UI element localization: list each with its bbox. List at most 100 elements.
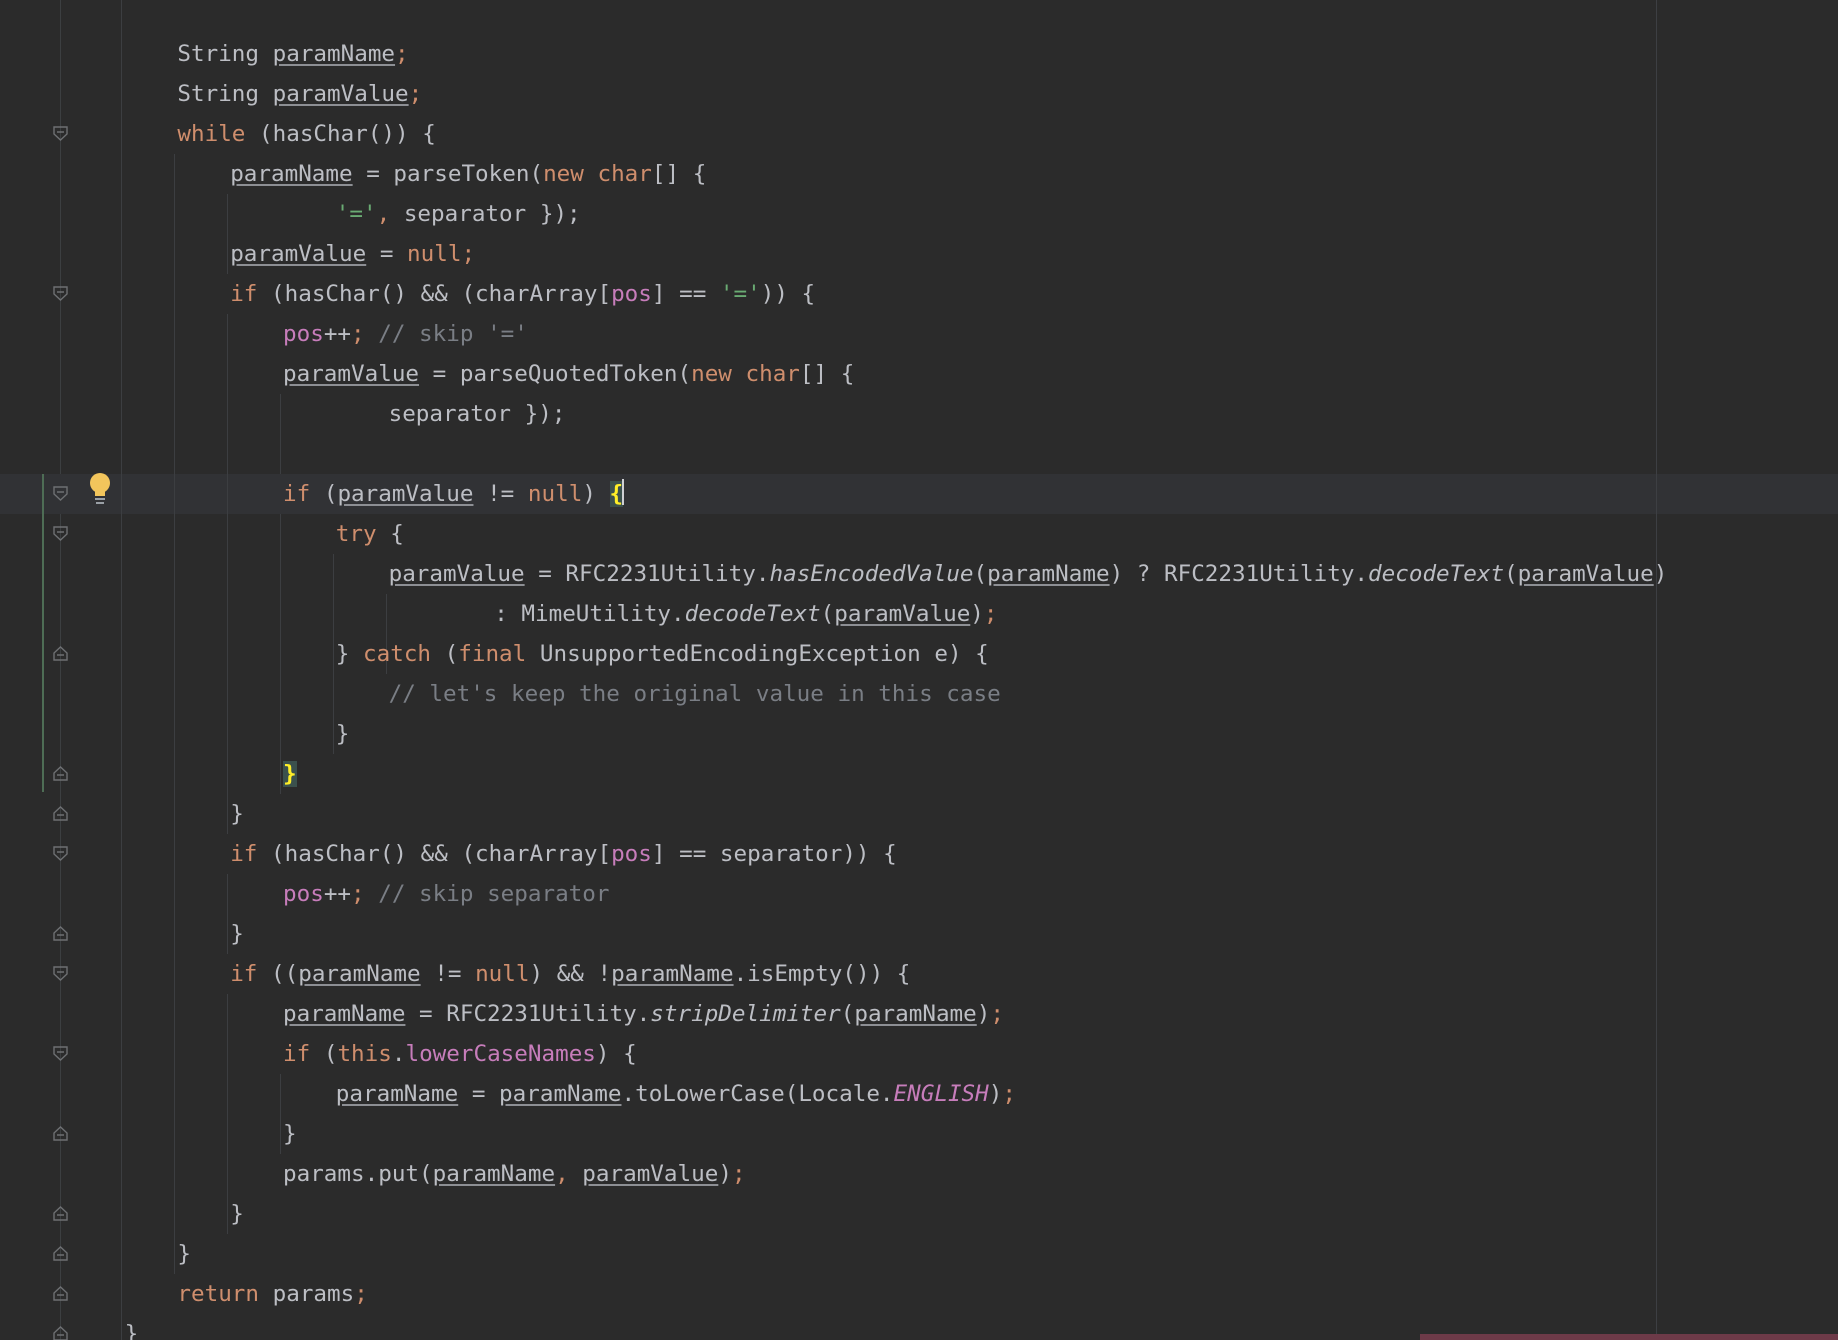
matched-brace: { xyxy=(609,481,624,507)
code-token: ++ xyxy=(323,321,352,347)
code-line-text: : MimeUtility.decodeText(paramValue); xyxy=(494,594,997,634)
code-token: separator }); xyxy=(390,201,581,227)
code-line-text: if (paramValue != null) { xyxy=(283,474,625,514)
code-token: (hasChar()) { xyxy=(245,121,436,147)
code-token: null xyxy=(475,961,530,987)
code-line[interactable]: if (this.lowerCaseNames) { xyxy=(0,1034,1838,1074)
code-token: } xyxy=(230,921,244,947)
code-token: paramValue xyxy=(272,81,409,107)
code-token: ; xyxy=(351,881,365,907)
code-token: = RFC2231Utility. xyxy=(524,561,770,587)
code-token: = parseToken( xyxy=(352,161,544,187)
code-token: ( xyxy=(431,641,459,667)
code-line[interactable]: } xyxy=(0,714,1838,754)
code-token: ++ xyxy=(323,881,352,907)
code-token: ; xyxy=(354,1281,368,1307)
code-line[interactable]: if ((paramName != null) && !paramName.is… xyxy=(0,954,1838,994)
code-token: '=' xyxy=(335,201,377,227)
code-line[interactable]: params.put(paramName, paramValue); xyxy=(0,1154,1838,1194)
code-line-text: params.put(paramName, paramValue); xyxy=(283,1154,746,1194)
code-token: paramName xyxy=(230,161,353,187)
code-line[interactable]: } xyxy=(0,754,1838,794)
code-line-text: } xyxy=(283,754,297,794)
code-line-text: // let's keep the original value in this… xyxy=(389,674,1001,714)
code-line[interactable]: } xyxy=(0,914,1838,954)
code-line[interactable]: // let's keep the original value in this… xyxy=(0,674,1838,714)
code-line[interactable]: paramName = paramName.toLowerCase(Locale… xyxy=(0,1074,1838,1114)
code-line[interactable]: paramValue = RFC2231Utility.hasEncodedVa… xyxy=(0,554,1838,594)
code-line[interactable]: paramValue = null; xyxy=(0,234,1838,274)
code-line[interactable]: String paramName; xyxy=(0,34,1838,74)
code-token: )) { xyxy=(760,281,816,307)
code-line[interactable]: paramName = RFC2231Utility.stripDelimite… xyxy=(0,994,1838,1034)
code-token: ) { xyxy=(595,1041,637,1067)
code-token: pos xyxy=(283,321,324,347)
code-token: , xyxy=(555,1161,583,1187)
code-token: .toLowerCase(Locale. xyxy=(621,1081,894,1107)
code-line-text: paramValue = null; xyxy=(230,234,475,274)
code-area[interactable]: String paramName; String paramValue; while… xyxy=(0,34,1838,1340)
code-token: } xyxy=(230,1201,244,1227)
code-token: ( xyxy=(973,561,988,587)
code-token: pos xyxy=(611,281,652,307)
code-line[interactable]: paramValue = parseQuotedToken(new char[]… xyxy=(0,354,1838,394)
code-token: paramValue xyxy=(1517,561,1654,587)
code-token: params xyxy=(259,1281,355,1307)
code-token: ; xyxy=(990,1001,1004,1027)
code-token: [] { xyxy=(651,161,707,187)
code-token: String xyxy=(177,81,273,107)
code-line[interactable]: } xyxy=(0,1234,1838,1274)
code-line[interactable]: : MimeUtility.decodeText(paramValue); xyxy=(0,594,1838,634)
code-token: paramValue xyxy=(283,361,420,387)
error-stripe-marker[interactable] xyxy=(1420,1334,1838,1340)
code-token: try xyxy=(335,521,377,547)
code-line[interactable]: if (hasChar() && (charArray[pos] == sepa… xyxy=(0,834,1838,874)
code-line[interactable]: separator }); xyxy=(0,394,1838,434)
code-line-text: } xyxy=(230,1194,244,1234)
code-token: new char xyxy=(543,161,652,187)
code-editor[interactable]: String paramName; String paramValue; while… xyxy=(0,0,1838,1340)
code-token: != xyxy=(420,961,476,987)
code-line[interactable]: } xyxy=(0,1114,1838,1154)
code-line[interactable]: String paramValue; xyxy=(0,74,1838,114)
code-line[interactable]: '=', separator }); xyxy=(0,194,1838,234)
code-line[interactable]: pos++; // skip '=' xyxy=(0,314,1838,354)
code-line-text: pos++; // skip '=' xyxy=(283,314,528,354)
code-line-text: } xyxy=(230,794,244,834)
code-line-text: paramName = RFC2231Utility.stripDelimite… xyxy=(283,994,1004,1034)
code-token: ; xyxy=(395,41,409,67)
code-token: } xyxy=(177,1241,191,1267)
code-line[interactable]: return params; xyxy=(0,1274,1838,1314)
code-line-text: } xyxy=(283,1114,297,1154)
code-token: paramName xyxy=(432,1161,556,1187)
code-token: UnsupportedEncodingException e) { xyxy=(526,641,989,667)
code-line[interactable]: } catch (final UnsupportedEncodingExcept… xyxy=(0,634,1838,674)
code-token: (( xyxy=(257,961,299,987)
code-line[interactable]: if (paramValue != null) { xyxy=(0,474,1838,514)
code-token: paramValue xyxy=(388,561,525,587)
code-token: . xyxy=(391,1041,406,1067)
code-token: } xyxy=(230,801,244,827)
code-line[interactable]: try { xyxy=(0,514,1838,554)
code-token: paramName xyxy=(499,1081,622,1107)
text-caret xyxy=(622,479,625,505)
code-token: new char xyxy=(691,361,800,387)
code-token: return xyxy=(177,1281,260,1307)
code-line[interactable]: } xyxy=(0,1194,1838,1234)
code-line[interactable] xyxy=(0,434,1838,474)
code-token: ; xyxy=(1002,1081,1016,1107)
code-token: ] == separator)) { xyxy=(651,841,897,867)
code-token: ] == xyxy=(651,281,720,307)
code-token: ) ? RFC2231Utility. xyxy=(1109,561,1369,587)
code-line-text: paramValue = parseQuotedToken(new char[]… xyxy=(283,354,854,394)
code-line[interactable]: paramName = parseToken(new char[] { xyxy=(0,154,1838,194)
code-token: } xyxy=(283,1121,297,1147)
code-line-text: } xyxy=(230,914,244,954)
code-line[interactable]: while (hasChar()) { xyxy=(0,114,1838,154)
code-token: ; xyxy=(408,81,423,107)
code-line[interactable]: } xyxy=(0,794,1838,834)
code-line[interactable]: pos++; // skip separator xyxy=(0,874,1838,914)
code-token: // skip '=' xyxy=(364,321,528,347)
code-token: (hasChar() && (charArray[ xyxy=(257,281,612,307)
code-line[interactable]: if (hasChar() && (charArray[pos] == '=')… xyxy=(0,274,1838,314)
